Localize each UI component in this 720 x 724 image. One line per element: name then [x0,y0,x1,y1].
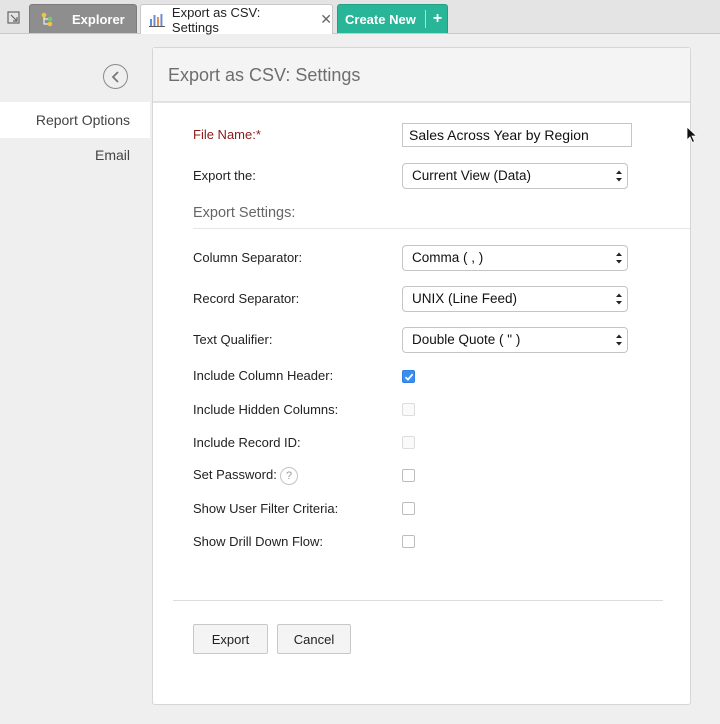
text-qualifier-select[interactable]: Double Quote ( " ) [402,327,628,353]
text-qualifier-value: Double Quote ( " ) [412,332,521,347]
window-restore-icon[interactable] [7,11,21,25]
show-drill-down-label: Show Drill Down Flow: [193,534,324,549]
export-button[interactable]: Export [193,624,268,654]
chevron-left-icon [111,70,119,83]
file-name-input[interactable] [402,123,632,147]
nav-item-report-options[interactable]: Report Options [0,102,150,138]
plus-icon[interactable]: + [433,10,442,28]
explorer-tree-icon [41,12,53,27]
select-caret-icon [616,293,622,305]
include-hidden-columns-label: Include Hidden Columns: [193,402,339,417]
checkmark-icon [404,373,414,381]
record-separator-select[interactable]: UNIX (Line Feed) [402,286,628,312]
show-user-filter-label: Show User Filter Criteria: [193,501,339,516]
bar-chart-icon [149,13,165,27]
include-column-header-label: Include Column Header: [193,368,334,383]
export-the-label: Export the: [193,168,256,183]
include-column-header-checkbox[interactable] [402,370,415,383]
nav-item-label: Email [94,147,130,163]
export-settings-heading: Export Settings: [193,205,296,221]
export-the-value: Current View (Data) [412,168,532,183]
column-separator-label: Column Separator: [193,250,303,265]
export-settings-panel: Export as CSV: Settings File Name:* Expo… [152,47,698,705]
tab-export-settings[interactable]: Export as CSV: Settings ✕ [140,4,333,35]
help-icon[interactable]: ? [280,467,298,485]
include-record-id-checkbox[interactable] [402,436,415,449]
create-new-divider [424,10,426,28]
select-caret-icon [616,252,622,264]
cancel-button[interactable]: Cancel [277,624,351,654]
export-the-select[interactable]: Current View (Data) [402,163,628,189]
tab-explorer-label: Explorer [72,11,125,27]
tab-create-new[interactable]: Create New + [337,4,448,33]
select-caret-icon [616,170,622,182]
left-nav: Report Options Email [0,35,150,724]
include-record-id-label: Include Record ID: [193,435,301,450]
tab-export-settings-label: Export as CSV: Settings [171,4,261,35]
footer-divider [173,600,663,601]
nav-item-email[interactable]: Email [0,137,150,173]
tab-bar: Explorer Export as CSV: Settings ✕ Creat… [0,0,720,35]
column-separator-value: Comma ( , ) [412,250,484,265]
text-qualifier-label: Text Qualifier: [193,332,273,347]
file-name-label: File Name:* [193,127,261,142]
column-separator-select[interactable]: Comma ( , ) [402,245,628,271]
mouse-pointer-icon [686,126,698,144]
show-drill-down-checkbox[interactable] [402,535,415,548]
section-divider [193,228,690,229]
record-separator-label: Record Separator: [193,291,300,306]
panel-title: Export as CSV: Settings [153,48,690,103]
select-caret-icon [616,334,622,346]
back-button[interactable] [103,64,128,89]
record-separator-value: UNIX (Line Feed) [412,291,518,306]
create-new-label: Create New [345,11,416,27]
include-hidden-columns-checkbox[interactable] [402,403,415,416]
set-password-label: Set Password: [193,467,277,482]
close-icon[interactable]: ✕ [320,11,332,28]
nav-item-label: Report Options [35,112,130,128]
set-password-checkbox[interactable] [402,469,415,482]
show-user-filter-checkbox[interactable] [402,502,415,515]
tab-explorer[interactable]: Explorer [29,4,137,33]
